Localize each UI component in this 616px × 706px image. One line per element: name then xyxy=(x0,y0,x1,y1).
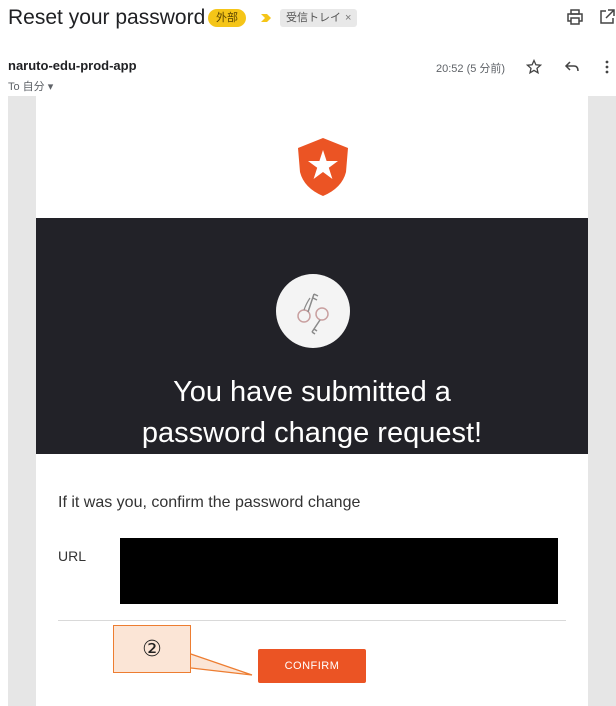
confirm-instruction: If it was you, confirm the password chan… xyxy=(58,494,361,511)
email-timestamp: 20:52 (5 分前) xyxy=(436,63,506,75)
keys-badge xyxy=(276,274,350,348)
sender-name: naruto-edu-prod-app xyxy=(8,58,137,73)
open-in-new-window-icon[interactable] xyxy=(598,8,616,26)
remove-label-icon[interactable]: × xyxy=(345,12,351,24)
email-subject: Reset your password xyxy=(8,6,206,29)
more-vertical-icon[interactable] xyxy=(602,59,612,75)
sender-bar: naruto-edu-prod-app To 自分 ▾ 20:52 (5 分前) xyxy=(0,54,616,94)
email-card: You have submitted a password change req… xyxy=(36,96,588,706)
inbox-label-chip[interactable]: 受信トレイ × xyxy=(280,9,358,27)
subject-bar: Reset your password 外部 受信トレイ × xyxy=(0,0,616,40)
reply-icon[interactable] xyxy=(564,59,580,75)
divider xyxy=(58,620,566,621)
recipient-dropdown[interactable]: To 自分 ▾ xyxy=(8,78,53,94)
star-icon[interactable] xyxy=(526,59,542,75)
url-redacted-block xyxy=(120,538,558,604)
importance-marker-icon[interactable] xyxy=(260,12,272,24)
external-badge: 外部 xyxy=(208,9,246,27)
step-callout: ② xyxy=(113,625,191,673)
email-body-frame: You have submitted a password change req… xyxy=(8,96,616,706)
inbox-label-text: 受信トレイ xyxy=(286,12,341,24)
hero-title-line-2: password change request! xyxy=(141,417,483,449)
hero-title: You have submitted a password change req… xyxy=(36,372,588,454)
url-label: URL xyxy=(58,548,87,564)
auth0-logo-icon xyxy=(298,138,348,196)
print-icon[interactable] xyxy=(566,8,584,26)
confirm-button[interactable]: CONFIRM xyxy=(258,649,366,683)
hero-banner: You have submitted a password change req… xyxy=(36,218,588,454)
keys-icon xyxy=(297,293,329,335)
hero-title-line-1: You have submitted a xyxy=(173,376,451,408)
